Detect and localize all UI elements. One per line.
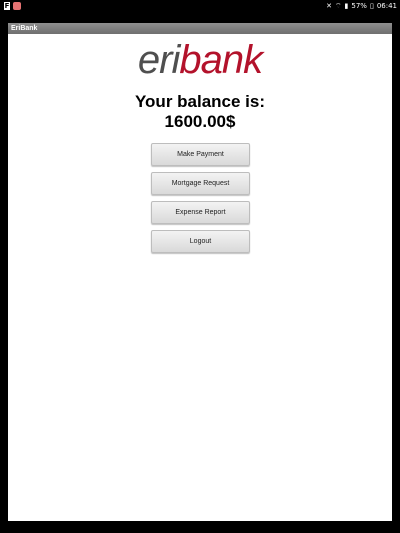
app-title: EriBank	[11, 25, 38, 32]
balance-label: Your balance is:	[134, 92, 266, 111]
balance-amount: 1600.00$	[164, 112, 236, 131]
wifi-icon: ⌔	[334, 2, 342, 10]
main-content: eribank Your balance is: 1600.00$ Make P…	[8, 34, 392, 521]
signal-icon: ▮	[344, 2, 349, 10]
mute-icon: ✕	[326, 2, 332, 10]
expense-report-button[interactable]: Expense Report	[151, 201, 250, 224]
logo-bank-text: bank	[179, 38, 263, 82]
device-screen: F ✕ ⌔ ▮ 57% ▯ 06:41 EriBank eribank Your…	[0, 0, 400, 533]
logo-eri-text: eri	[137, 38, 180, 82]
f-notification-icon: F	[4, 2, 10, 10]
logout-button[interactable]: Logout	[151, 230, 250, 253]
status-right-icons: ✕ ⌔ ▮ 57% ▯ 06:41	[326, 2, 397, 11]
app-title-bar: EriBank	[8, 23, 392, 34]
app-notification-icon	[13, 2, 21, 10]
mortgage-request-button[interactable]: Mortgage Request	[151, 172, 250, 195]
status-left-icons: F	[4, 2, 21, 10]
battery-icon: ▯	[369, 2, 374, 10]
status-time: 06:41	[376, 2, 397, 10]
battery-percent: 57%	[351, 2, 367, 10]
make-payment-button[interactable]: Make Payment	[151, 143, 250, 166]
balance-display: Your balance is: 1600.00$	[8, 92, 392, 132]
eribank-logo: eribank	[8, 40, 392, 80]
status-bar: F ✕ ⌔ ▮ 57% ▯ 06:41	[0, 0, 400, 13]
